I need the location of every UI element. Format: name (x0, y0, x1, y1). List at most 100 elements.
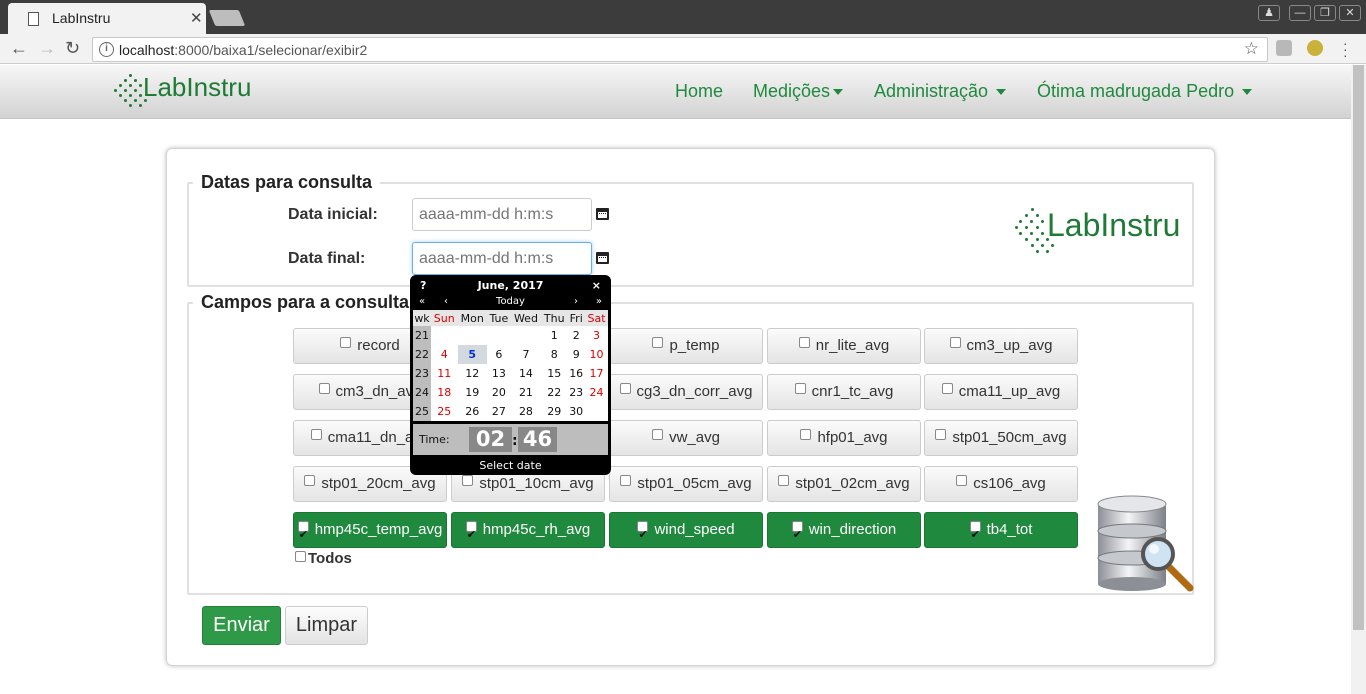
address-bar[interactable]: i localhost:8000/baixa1/selecionar/exibi… (92, 37, 1268, 62)
select-all-checkbox[interactable]: Todos (295, 550, 352, 567)
calendar-icon[interactable] (596, 252, 609, 264)
checkbox[interactable] (949, 337, 961, 348)
submit-button[interactable]: Enviar (202, 606, 281, 645)
field-toggle-p-temp[interactable]: p_temp (609, 328, 763, 364)
checkbox[interactable] (935, 429, 947, 440)
calendar-day[interactable]: 10 (585, 345, 608, 364)
clear-button[interactable]: Limpar (285, 606, 368, 645)
checkbox[interactable] (297, 518, 309, 552)
calendar-day[interactable]: 11 (431, 364, 458, 383)
checkbox[interactable] (304, 475, 316, 486)
field-toggle-cs106-avg[interactable]: cs106_avg (924, 466, 1078, 502)
minimize-icon[interactable]: — (1289, 5, 1311, 21)
field-toggle-hmp45c-rh-avg[interactable]: hmp45c_rh_avg (451, 512, 605, 552)
checkbox[interactable] (295, 551, 306, 562)
profile-icon[interactable]: ♟ (1258, 5, 1280, 21)
checkbox[interactable] (800, 429, 812, 440)
nav-medicoes[interactable]: Medições (753, 81, 844, 102)
field-toggle-cg3-dn-corr-avg[interactable]: cg3_dn_corr_avg (609, 374, 763, 410)
calendar-day[interactable]: 3 (585, 326, 608, 345)
calendar-day[interactable]: 16 (567, 364, 585, 383)
calendar-day[interactable]: 7 (511, 345, 541, 364)
start-date-input[interactable] (412, 198, 592, 231)
field-toggle-nr-lite-avg[interactable]: nr_lite_avg (767, 328, 921, 364)
calendar-day[interactable]: 5 (457, 345, 487, 364)
extension-android-icon[interactable] (1307, 40, 1323, 56)
field-toggle-hmp45c-temp-avg[interactable]: hmp45c_temp_avg (293, 512, 447, 552)
calendar-day[interactable]: 8 (541, 345, 567, 364)
field-toggle-tb4-tot[interactable]: tb4_tot (924, 512, 1078, 552)
page-scrollbar[interactable] (1351, 65, 1366, 694)
checkbox[interactable] (652, 429, 664, 440)
browser-tab[interactable]: LabInstru ✕ (8, 3, 206, 34)
field-toggle-win-direction[interactable]: win_direction (767, 512, 921, 552)
nav-home[interactable]: Home (675, 81, 723, 102)
calendar-day[interactable]: 14 (511, 364, 541, 383)
calendar-day[interactable]: 17 (585, 364, 608, 383)
back-icon[interactable]: ← (10, 38, 28, 59)
checkbox[interactable] (340, 337, 352, 348)
checkbox[interactable] (465, 518, 477, 552)
checkbox[interactable] (794, 383, 806, 394)
field-toggle-cnr1-tc-avg[interactable]: cnr1_tc_avg (767, 374, 921, 410)
calendar-day[interactable]: 21 (511, 383, 541, 402)
browser-menu-icon[interactable]: · · · (1343, 36, 1349, 62)
next-year-button[interactable]: » (596, 296, 602, 307)
calendar-day[interactable]: 25 (431, 402, 458, 421)
calendar-day[interactable]: 23 (567, 383, 585, 402)
calendar-icon[interactable] (596, 208, 609, 220)
calendar-day[interactable]: 26 (458, 402, 487, 421)
calendar-day[interactable]: 18 (431, 383, 458, 402)
calendar-day[interactable]: 19 (458, 383, 487, 402)
calendar-day[interactable]: 9 (567, 345, 585, 364)
field-toggle-stp01-05cm-avg[interactable]: stp01_05cm_avg (609, 466, 763, 502)
checkbox[interactable] (652, 337, 664, 348)
calendar-day[interactable]: 28 (511, 402, 541, 421)
bookmark-star-icon[interactable]: ☆ (1244, 39, 1259, 59)
hour-field[interactable]: 02 (469, 427, 512, 452)
field-toggle-hfp01-avg[interactable]: hfp01_avg (767, 420, 921, 456)
calendar-day[interactable]: 15 (541, 364, 567, 383)
reload-icon[interactable]: ↻ (65, 38, 80, 59)
checkbox[interactable] (778, 475, 790, 486)
calendar-day[interactable]: 6 (487, 345, 511, 364)
calendar-day[interactable]: 20 (487, 383, 511, 402)
window-close-icon[interactable]: ✕ (1339, 5, 1361, 21)
scrollbar-thumb[interactable] (1353, 65, 1364, 630)
calendar-day[interactable]: 12 (458, 364, 487, 383)
field-toggle-stp01-50cm-avg[interactable]: stp01_50cm_avg (924, 420, 1078, 456)
new-tab-button[interactable] (208, 10, 246, 26)
field-toggle-stp01-02cm-avg[interactable]: stp01_02cm_avg (767, 466, 921, 502)
checkbox[interactable] (637, 518, 649, 552)
calendar-day[interactable]: 24 (585, 383, 608, 402)
field-toggle-cma11-up-avg[interactable]: cma11_up_avg (924, 374, 1078, 410)
nav-user[interactable]: Ótima madrugada Pedro (1037, 81, 1253, 102)
calendar-day[interactable]: 2 (567, 326, 585, 345)
nav-administracao[interactable]: Administração (874, 81, 1007, 102)
checkbox[interactable] (318, 383, 330, 394)
checkbox[interactable] (310, 429, 322, 440)
checkbox[interactable] (969, 518, 981, 552)
field-toggle-wind-speed[interactable]: wind_speed (609, 512, 763, 552)
next-month-button[interactable]: › (574, 296, 578, 307)
field-toggle-vw-avg[interactable]: vw_avg (609, 420, 763, 456)
checkbox[interactable] (462, 475, 474, 486)
site-logo[interactable]: LabInstru (113, 72, 251, 112)
minute-field[interactable]: 46 (518, 427, 557, 452)
calendar-day[interactable]: 22 (541, 383, 567, 402)
tab-close-icon[interactable]: ✕ (190, 9, 203, 27)
checkbox[interactable] (791, 518, 803, 552)
forward-icon[interactable]: → (38, 38, 56, 59)
calendar-day[interactable]: 27 (487, 402, 511, 421)
checkbox[interactable] (956, 475, 968, 486)
calendar-day[interactable]: 13 (487, 364, 511, 383)
calendar-day[interactable]: 1 (541, 326, 567, 345)
calendar-day[interactable]: 4 (431, 345, 458, 364)
checkbox[interactable] (620, 475, 632, 486)
restore-icon[interactable]: ❐ (1314, 5, 1336, 21)
today-button[interactable]: Today (410, 296, 611, 307)
calendar-day[interactable]: 29 (541, 402, 567, 421)
info-icon[interactable]: i (99, 42, 114, 57)
end-date-input[interactable] (412, 242, 592, 275)
field-toggle-cm3-up-avg[interactable]: cm3_up_avg (924, 328, 1078, 364)
